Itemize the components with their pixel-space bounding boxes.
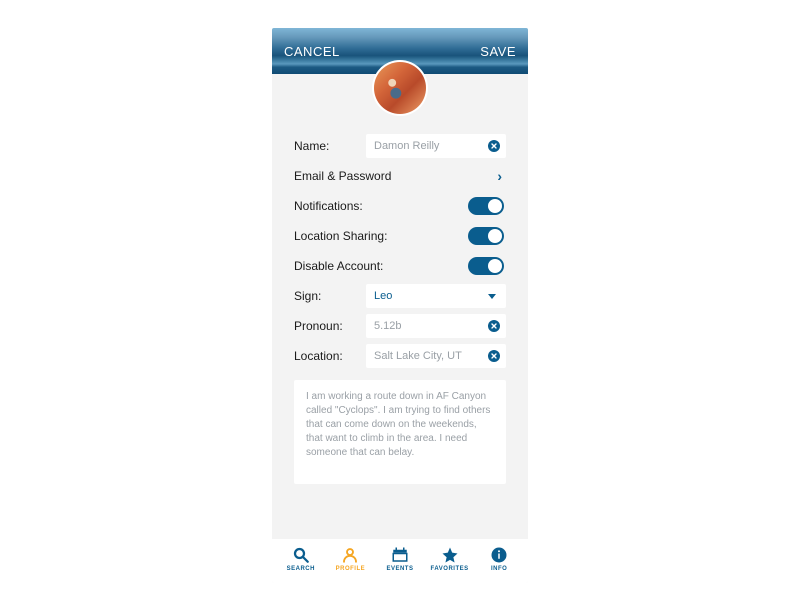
sign-row: Sign: Leo [294, 282, 506, 310]
search-icon [292, 546, 310, 564]
sign-value: Leo [374, 290, 488, 302]
name-input[interactable]: Damon Reilly [366, 134, 506, 158]
tab-bar: SEARCH PROFILE EVENTS FAVORITES [272, 539, 528, 583]
disable-account-toggle[interactable] [468, 257, 504, 275]
tab-profile[interactable]: PROFILE [326, 546, 376, 572]
name-clear-button[interactable] [488, 140, 500, 152]
pronoun-label: Pronoun: [294, 319, 366, 333]
info-icon [490, 546, 508, 564]
avatar-button[interactable] [372, 60, 428, 116]
tab-favorites[interactable]: FAVORITES [425, 546, 475, 572]
tab-info[interactable]: INFO [474, 546, 524, 572]
tab-profile-label: PROFILE [336, 566, 366, 572]
chevron-right-icon: › [497, 169, 506, 183]
location-value: Salt Lake City, UT [374, 350, 488, 362]
profile-icon [341, 546, 359, 564]
name-value: Damon Reilly [374, 140, 488, 152]
location-sharing-row: Location Sharing: [294, 222, 506, 250]
pronoun-clear-button[interactable] [488, 320, 500, 332]
tab-events[interactable]: EVENTS [375, 546, 425, 572]
sign-select[interactable]: Leo [366, 284, 506, 308]
location-row: Location: Salt Lake City, UT [294, 342, 506, 370]
email-password-label: Email & Password [294, 169, 497, 183]
pronoun-value: 5.12b [374, 320, 488, 332]
pronoun-row: Pronoun: 5.12b [294, 312, 506, 340]
email-password-row[interactable]: Email & Password › [294, 162, 506, 190]
location-clear-button[interactable] [488, 350, 500, 362]
disable-account-row: Disable Account: [294, 252, 506, 280]
chevron-down-icon [488, 294, 496, 299]
location-sharing-toggle[interactable] [468, 227, 504, 245]
bio-textarea[interactable]: I am working a route down in AF Canyon c… [294, 380, 506, 484]
pronoun-input[interactable]: 5.12b [366, 314, 506, 338]
tab-favorites-label: FAVORITES [431, 566, 469, 572]
name-row: Name: Damon Reilly [294, 132, 506, 160]
notifications-toggle[interactable] [468, 197, 504, 215]
tab-search-label: SEARCH [287, 566, 315, 572]
calendar-icon [391, 546, 409, 564]
star-icon [441, 546, 459, 564]
sign-label: Sign: [294, 289, 366, 303]
tab-info-label: INFO [491, 566, 507, 572]
location-sharing-label: Location Sharing: [294, 229, 400, 243]
cancel-button[interactable]: CANCEL [284, 44, 340, 59]
save-button[interactable]: SAVE [480, 44, 516, 59]
location-input[interactable]: Salt Lake City, UT [366, 344, 506, 368]
location-label: Location: [294, 349, 366, 363]
form-content: Name: Damon Reilly Email & Password › No… [272, 74, 528, 484]
disable-account-label: Disable Account: [294, 259, 400, 273]
phone-frame: CANCEL SAVE Name: Damon Reilly Email & P… [272, 28, 528, 583]
notifications-label: Notifications: [294, 199, 400, 213]
tab-search[interactable]: SEARCH [276, 546, 326, 572]
avatar-image [374, 62, 426, 114]
notifications-row: Notifications: [294, 192, 506, 220]
tab-events-label: EVENTS [386, 566, 413, 572]
name-label: Name: [294, 139, 366, 153]
